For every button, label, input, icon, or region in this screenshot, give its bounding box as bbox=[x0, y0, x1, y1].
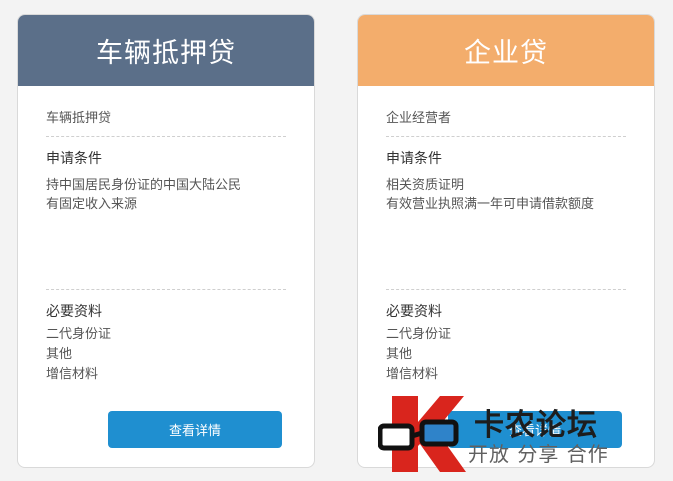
material-item: 增信材料 bbox=[386, 367, 439, 382]
divider bbox=[386, 136, 626, 137]
condition-item: 有效营业执照满一年可申请借款额度 bbox=[386, 197, 595, 212]
card-title: 企业贷 bbox=[464, 38, 548, 69]
condition-item: 持中国居民身份证的中国大陆公民 bbox=[46, 178, 242, 193]
condition-item: 相关资质证明 bbox=[386, 178, 465, 193]
view-details-button[interactable]: 查看详情 bbox=[448, 411, 622, 448]
material-item: 增信材料 bbox=[46, 367, 99, 382]
materials-title: 必要资料 bbox=[386, 304, 442, 320]
material-item: 其他 bbox=[386, 347, 413, 362]
card-body: 车辆抵押贷 申请条件 持中国居民身份证的中国大陆公民 有固定收入来源 必要资料 … bbox=[46, 86, 286, 467]
materials-list: 二代身份证 其他 增信材料 bbox=[386, 325, 451, 385]
material-item: 二代身份证 bbox=[46, 327, 112, 342]
card-body: 企业经营者 申请条件 相关资质证明 有效营业执照满一年可申请借款额度 必要资料 … bbox=[386, 86, 626, 467]
divider bbox=[46, 289, 286, 290]
card-header: 车辆抵押贷 bbox=[18, 15, 314, 86]
card-subtitle: 企业经营者 bbox=[386, 111, 452, 126]
materials-list: 二代身份证 其他 增信材料 bbox=[46, 325, 111, 385]
conditions-title: 申请条件 bbox=[46, 151, 102, 167]
view-details-button[interactable]: 查看详情 bbox=[108, 411, 282, 448]
loan-card-enterprise: 企业贷 企业经营者 申请条件 相关资质证明 有效营业执照满一年可申请借款额度 必… bbox=[357, 14, 655, 468]
page: 车辆抵押贷 车辆抵押贷 申请条件 持中国居民身份证的中国大陆公民 有固定收入来源… bbox=[0, 0, 673, 481]
card-subtitle: 车辆抵押贷 bbox=[46, 111, 112, 126]
card-title: 车辆抵押贷 bbox=[96, 38, 236, 69]
condition-item: 有固定收入来源 bbox=[46, 197, 138, 212]
conditions-list: 相关资质证明 有效营业执照满一年可申请借款额度 bbox=[386, 176, 594, 214]
divider bbox=[46, 136, 286, 137]
loan-card-vehicle: 车辆抵押贷 车辆抵押贷 申请条件 持中国居民身份证的中国大陆公民 有固定收入来源… bbox=[17, 14, 315, 468]
material-item: 其他 bbox=[46, 347, 73, 362]
material-item: 二代身份证 bbox=[386, 327, 452, 342]
conditions-list: 持中国居民身份证的中国大陆公民 有固定收入来源 bbox=[46, 176, 241, 214]
materials-title: 必要资料 bbox=[46, 304, 102, 320]
divider bbox=[386, 289, 626, 290]
card-header: 企业贷 bbox=[358, 15, 654, 86]
conditions-title: 申请条件 bbox=[386, 151, 442, 167]
